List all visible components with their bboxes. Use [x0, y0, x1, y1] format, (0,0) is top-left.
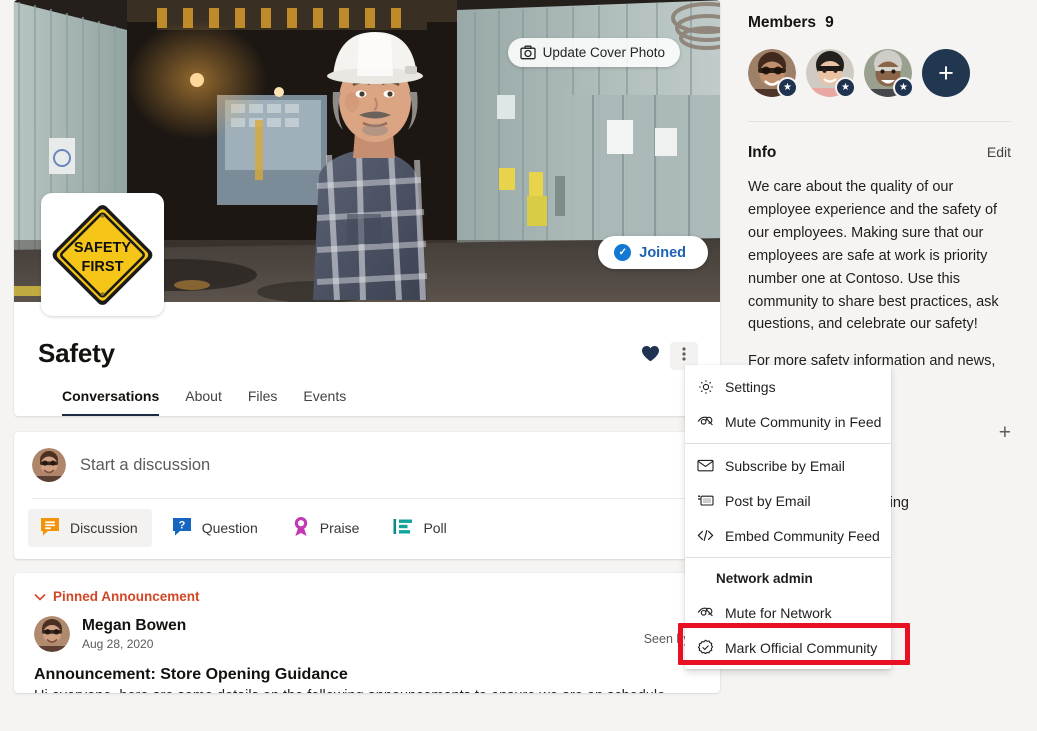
info-edit-button[interactable]: Edit — [987, 144, 1011, 160]
yammer-community-page: Update Cover Photo ✓ Joined SAFETY F — [0, 0, 1037, 731]
community-options-menu: Settings Mute Community in Feed — [685, 365, 891, 669]
members-header: Members 9 — [748, 14, 1011, 32]
praise-icon — [291, 516, 311, 540]
add-member-button[interactable]: + — [922, 49, 970, 97]
post-author-name[interactable]: Megan Bowen — [82, 617, 186, 635]
menu-item-subscribe-by-email[interactable]: Subscribe by Email — [685, 448, 891, 483]
poll-icon — [392, 516, 414, 540]
main-content-column: Update Cover Photo ✓ Joined SAFETY F — [0, 0, 734, 731]
post-type-discussion-label: Discussion — [70, 520, 138, 536]
camera-icon — [520, 45, 536, 60]
members-count: 9 — [825, 14, 834, 32]
info-paragraph: We care about the quality of our employe… — [748, 176, 1011, 336]
gear-icon — [697, 378, 714, 395]
tab-files[interactable]: Files — [248, 388, 278, 416]
menu-item-mute-for-network[interactable]: Mute for Network — [685, 595, 891, 630]
post-type-praise-label: Praise — [320, 520, 360, 536]
more-vertical-icon — [682, 346, 686, 367]
menu-item-post-by-email[interactable]: Post by Email — [685, 483, 891, 518]
community-tabs: Conversations About Files Events — [38, 370, 698, 416]
tab-conversations[interactable]: Conversations — [62, 388, 159, 416]
info-section: Info Edit We care about the quality of o… — [748, 144, 1011, 396]
star-icon: ★ — [835, 77, 856, 98]
verified-badge-icon — [697, 639, 714, 656]
question-icon: ? — [171, 516, 193, 540]
svg-text:FIRST: FIRST — [82, 259, 124, 275]
menu-item-settings[interactable]: Settings — [685, 369, 891, 404]
heart-icon — [641, 345, 660, 367]
menu-item-mark-official-community[interactable]: Mark Official Community — [685, 630, 891, 665]
joined-button[interactable]: ✓ Joined — [598, 236, 708, 269]
community-title-area: Safety — [14, 302, 720, 416]
tab-events[interactable]: Events — [303, 388, 346, 416]
menu-item-embed-community-feed[interactable]: Embed Community Feed — [685, 518, 891, 553]
menu-item-label: Subscribe by Email — [725, 458, 845, 474]
composer-input-row[interactable]: Start a discussion — [14, 432, 720, 498]
mute-icon — [697, 413, 714, 430]
star-icon: ★ — [893, 77, 914, 98]
menu-item-label: Mute for Network — [725, 605, 832, 621]
info-title: Info — [748, 144, 776, 162]
menu-separator — [685, 557, 891, 558]
joined-label: Joined — [639, 245, 686, 261]
community-header-card: Update Cover Photo ✓ Joined SAFETY F — [14, 0, 720, 416]
safety-first-sign-icon: SAFETY FIRST — [49, 201, 156, 308]
menu-item-label: Mute Community in Feed — [725, 414, 881, 430]
menu-item-label: Settings — [725, 379, 776, 395]
post-type-discussion[interactable]: Discussion — [28, 509, 152, 547]
discussion-icon — [39, 516, 61, 540]
post-author-row: Megan Bowen Aug 28, 2020 Seen by 5 — [34, 616, 700, 652]
pinned-announcement-label: Pinned Announcement — [53, 589, 200, 604]
post-body: Hi everyone, here are some details on th… — [34, 688, 700, 693]
member-avatar-3[interactable]: ★ — [864, 49, 912, 97]
check-circle-icon: ✓ — [614, 244, 631, 261]
favorite-button[interactable] — [636, 342, 664, 370]
post-type-poll[interactable]: Poll — [381, 509, 460, 547]
post-author-avatar[interactable] — [34, 616, 70, 652]
post-date: Aug 28, 2020 — [82, 637, 186, 651]
info-header: Info Edit — [748, 144, 1011, 162]
members-title: Members — [748, 14, 816, 32]
menu-separator — [685, 443, 891, 444]
tab-about[interactable]: About — [185, 388, 222, 416]
member-avatar-1[interactable]: ★ — [748, 49, 796, 97]
post-type-question-label: Question — [202, 520, 258, 536]
composer-post-types: Discussion ? Question — [14, 499, 720, 559]
menu-item-label: Mark Official Community — [725, 640, 877, 656]
svg-text:SAFETY: SAFETY — [74, 240, 132, 256]
current-user-avatar — [32, 448, 66, 482]
code-icon — [697, 527, 714, 544]
mute-icon — [697, 604, 714, 621]
update-cover-photo-button[interactable]: Update Cover Photo — [508, 38, 680, 67]
post-title: Announcement: Store Opening Guidance — [34, 666, 700, 684]
add-related-button[interactable]: + — [999, 422, 1011, 443]
post-type-praise[interactable]: Praise — [280, 509, 374, 547]
menu-item-label: Post by Email — [725, 493, 811, 509]
post-email-icon — [697, 492, 714, 509]
community-avatar[interactable]: SAFETY FIRST — [41, 193, 164, 316]
menu-section-network-admin: Network admin — [685, 562, 891, 595]
pinned-announcement-header[interactable]: Pinned Announcement — [34, 589, 700, 604]
star-icon: ★ — [777, 77, 798, 98]
svg-text:?: ? — [178, 520, 185, 532]
update-cover-photo-label: Update Cover Photo — [543, 45, 665, 60]
member-avatar-2[interactable]: ★ — [806, 49, 854, 97]
menu-item-label: Embed Community Feed — [725, 528, 880, 544]
members-avatar-list: ★ ★ — [748, 49, 1011, 97]
menu-item-mute-community-in-feed[interactable]: Mute Community in Feed — [685, 404, 891, 439]
chevron-down-icon — [34, 589, 46, 604]
post-composer-card: Start a discussion Discussion — [14, 432, 720, 559]
post-type-question[interactable]: ? Question — [160, 509, 272, 547]
pinned-announcement-post: Pinned Announcement — [14, 573, 720, 693]
post-type-poll-label: Poll — [423, 520, 446, 536]
page-title: Safety — [38, 338, 115, 369]
sidebar-divider — [748, 121, 1011, 122]
composer-placeholder[interactable]: Start a discussion — [80, 456, 210, 475]
envelope-icon — [697, 457, 714, 474]
